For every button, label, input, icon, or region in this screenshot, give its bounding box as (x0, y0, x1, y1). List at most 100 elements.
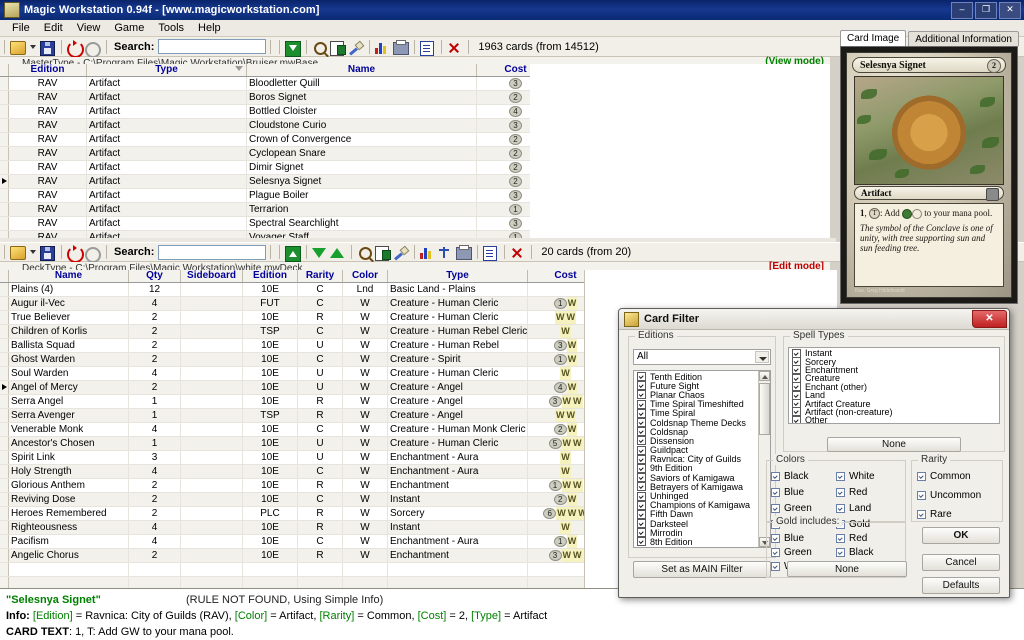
gold-includes-checkbox-black[interactable]: Black (836, 547, 901, 558)
row-marker[interactable] (0, 283, 9, 296)
row-marker[interactable] (0, 423, 9, 436)
spell-types-listbox[interactable]: Instant Sorcery Enchantment Creature Enchant… (788, 347, 1000, 424)
checkbox-icon[interactable] (637, 519, 646, 529)
row-marker[interactable] (0, 189, 9, 202)
scroll-up-button[interactable] (759, 371, 770, 381)
refresh-icon[interactable] (67, 244, 84, 263)
dropdown-caret-icon[interactable] (30, 44, 36, 49)
master-column-type[interactable]: Type (87, 64, 247, 76)
checkbox-icon[interactable] (917, 472, 926, 481)
checkbox-icon[interactable] (836, 488, 845, 497)
move-down-icon[interactable] (312, 244, 328, 260)
spell-types-none-button[interactable]: None (827, 437, 961, 452)
checkbox-icon[interactable] (637, 390, 646, 400)
row-marker[interactable] (0, 381, 9, 394)
row-marker[interactable] (0, 325, 9, 338)
row-marker[interactable] (0, 479, 9, 492)
statistics-icon[interactable] (420, 244, 436, 260)
notes-icon[interactable] (420, 39, 436, 56)
deck-search-input[interactable] (158, 244, 267, 260)
open-folder-icon[interactable] (10, 244, 26, 260)
row-marker[interactable] (0, 409, 9, 422)
edition-list-item[interactable]: Scourge (634, 546, 770, 547)
table-row[interactable]: Venerable Monk 4 10E C W Creature - Human Mon… (0, 423, 584, 437)
deck-column-cost[interactable]: Cost (528, 270, 584, 282)
editions-dropdown[interactable]: All (633, 349, 771, 365)
checkbox-icon[interactable] (637, 491, 646, 501)
deck-column-name[interactable]: Name (9, 270, 129, 282)
checkbox-icon[interactable] (836, 504, 845, 513)
table-row[interactable]: Angelic Chorus 2 10E R W Enchantment 3 W W (0, 549, 584, 563)
table-row[interactable]: Pacifism 4 10E C W Enchantment - Aura 1 W (0, 535, 584, 549)
checkbox-icon[interactable] (771, 472, 780, 481)
brush-icon[interactable] (393, 244, 409, 260)
add-to-deck-icon[interactable] (285, 244, 302, 262)
table-row[interactable]: Angel of Mercy210EUWCreature - Angel4W3/… (0, 381, 584, 395)
close-button[interactable]: ✕ (999, 1, 1021, 19)
gold-none-button[interactable]: None (787, 561, 907, 577)
print-icon[interactable] (393, 39, 410, 55)
row-marker[interactable] (0, 203, 9, 216)
row-marker[interactable] (0, 451, 9, 464)
export-icon[interactable] (375, 244, 392, 261)
table-row[interactable]: Soul Warden 4 10E U W Creature - Human Cleric… (0, 367, 584, 381)
rarity-checkbox-list[interactable]: Common Uncommon Rare (917, 471, 1001, 528)
menu-item-help[interactable]: Help (191, 21, 228, 35)
row-marker[interactable] (0, 367, 9, 380)
export-icon[interactable] (330, 39, 347, 56)
color-checkbox-red[interactable]: Red (836, 487, 901, 498)
rarity-checkbox-common[interactable]: Common (917, 471, 1001, 482)
gold-includes-checkbox-red[interactable]: Red (836, 533, 901, 544)
row-marker[interactable] (0, 535, 9, 548)
deck-column-rarity[interactable]: Rarity (298, 270, 343, 282)
color-checkbox-green[interactable]: Green (771, 503, 836, 514)
row-marker[interactable] (0, 133, 9, 146)
find-icon[interactable] (312, 39, 328, 55)
defaults-button[interactable]: Defaults (922, 577, 1000, 594)
table-row[interactable]: Augur il-Vec 4 FUT C W Creature - Human Cleri… (0, 297, 584, 311)
table-row[interactable]: Plains (4) 12 10E C Lnd Basic Land - Plains (0, 283, 584, 297)
checkbox-icon[interactable] (637, 546, 646, 547)
checkbox-icon[interactable] (637, 463, 646, 473)
rarity-checkbox-rare[interactable]: Rare (917, 509, 1001, 520)
menu-item-game[interactable]: Game (107, 21, 151, 35)
card-filter-dialog[interactable]: Card Filter ✕ Editions All Tenth Edition… (618, 308, 1010, 598)
card-frame[interactable]: Selesnya Signet 2 Artifact 1, T: Add to… (840, 46, 1018, 304)
gold-includes-checkbox-blue[interactable]: Blue (771, 533, 836, 544)
row-marker[interactable] (0, 147, 9, 160)
color-checkbox-land[interactable]: Land (836, 503, 901, 514)
row-marker[interactable] (0, 339, 9, 352)
row-marker[interactable] (0, 105, 9, 118)
checkbox-icon[interactable] (771, 488, 780, 497)
row-marker[interactable] (0, 353, 9, 366)
table-row[interactable]: Serra Angel110ERWCreature - Angel3WW4/4 (0, 395, 584, 409)
row-marker[interactable] (0, 437, 9, 450)
row-marker[interactable] (0, 175, 9, 188)
checkbox-icon[interactable] (836, 472, 845, 481)
color-checkbox-blue[interactable]: Blue (771, 487, 836, 498)
master-column-edition[interactable]: Edition (9, 64, 87, 76)
stop-icon[interactable] (85, 39, 101, 58)
row-marker[interactable] (0, 507, 9, 520)
rarity-checkbox-uncommon[interactable]: Uncommon (917, 490, 1001, 501)
gold-includes-checkbox-green[interactable]: Green (771, 547, 836, 558)
checkbox-icon[interactable] (792, 415, 801, 423)
delete-icon[interactable] (447, 39, 463, 55)
row-marker[interactable] (0, 161, 9, 174)
maximize-button[interactable]: ❐ (975, 1, 997, 19)
row-marker[interactable] (0, 549, 9, 562)
checkbox-icon[interactable] (637, 418, 646, 428)
table-row[interactable]: Children of Korlis 2 TSP C W Creature - Human… (0, 325, 584, 339)
deck-column-type[interactable]: Type (388, 270, 528, 282)
checkbox-icon[interactable] (637, 500, 646, 510)
deck-grid[interactable]: Name Qty Sideboard Edition Rarity Color Type Co… (0, 270, 584, 588)
table-row[interactable]: Heroes Remembered2PLCRWSorcery6WWW (0, 507, 584, 521)
checkbox-icon[interactable] (637, 436, 646, 446)
set-as-main-filter-button[interactable]: Set as MAIN Filter (633, 561, 771, 578)
checkbox-icon[interactable] (771, 562, 780, 571)
deck-column-edition[interactable]: Edition (243, 270, 298, 282)
refresh-icon[interactable] (67, 39, 84, 58)
anchor-icon[interactable] (438, 244, 454, 260)
checkbox-icon[interactable] (637, 473, 646, 483)
find-icon[interactable] (357, 244, 373, 260)
